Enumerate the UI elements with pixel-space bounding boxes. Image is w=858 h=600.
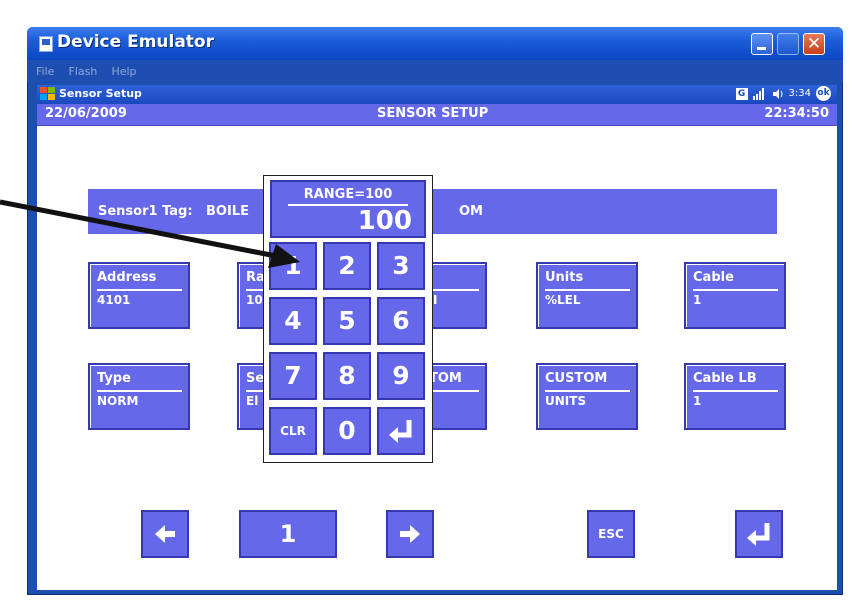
field-value: 10: [246, 293, 263, 307]
prev-page-button[interactable]: [141, 510, 189, 558]
menu-flash[interactable]: Flash: [69, 61, 98, 83]
field-divider: [545, 390, 630, 392]
ok-button[interactable]: ok: [816, 86, 831, 101]
key-0[interactable]: 0: [323, 407, 371, 455]
status-time: 22:34:50: [764, 106, 829, 121]
field-value: %LEL: [545, 293, 581, 307]
key-9[interactable]: 9: [377, 352, 425, 400]
field-label: CUSTOM: [545, 371, 608, 386]
units-field[interactable]: Units %LEL: [536, 262, 638, 329]
taskbar-tray: G 3:34 ok: [735, 86, 831, 101]
key-5[interactable]: 5: [323, 297, 371, 345]
next-page-button[interactable]: [386, 510, 434, 558]
field-label: Cable LB: [693, 371, 757, 386]
custom-units-field[interactable]: CUSTOM UNITS: [536, 363, 638, 430]
menu-help[interactable]: Help: [111, 61, 136, 83]
close-button[interactable]: ✕: [803, 33, 825, 55]
keypad-display: RANGE=100 100: [270, 180, 426, 238]
key-1[interactable]: 1: [269, 242, 317, 290]
address-field[interactable]: Address 4101: [88, 262, 190, 329]
device-screen: Sensor Setup G 3:34 ok 22/06/2009 SENSOR…: [37, 85, 837, 590]
maximize-button: [777, 33, 799, 55]
key-2[interactable]: 2: [323, 242, 371, 290]
field-divider: [97, 390, 182, 392]
tag-prefix: Sensor1 Tag:: [98, 204, 193, 219]
keypad-range-label: RANGE=100: [303, 187, 393, 202]
field-value: NORM: [97, 394, 139, 408]
field-label: Se: [246, 371, 265, 386]
field-label: Type: [97, 371, 131, 386]
esc-button[interactable]: ESC: [587, 510, 635, 558]
cable-field[interactable]: Cable 1: [684, 262, 786, 329]
enter-icon: [747, 523, 770, 546]
title-bar[interactable]: Device Emulator ✕: [27, 27, 843, 60]
arrow-left-icon: [155, 525, 175, 543]
window-title: Device Emulator: [57, 32, 214, 52]
menu-file[interactable]: File: [36, 61, 54, 83]
field-divider: [425, 289, 479, 291]
tag-value-right: OM: [459, 204, 483, 219]
field-label: Cable: [693, 270, 734, 285]
emulator-window: Device Emulator ✕ File Flash Help Sensor…: [27, 27, 843, 595]
field-divider: [97, 289, 182, 291]
enter-button[interactable]: [735, 510, 783, 558]
key-4[interactable]: 4: [269, 297, 317, 345]
g-icon: G: [735, 87, 748, 100]
cable-lb-field[interactable]: Cable LB 1: [684, 363, 786, 430]
enter-icon: [389, 420, 412, 443]
arrow-right-icon: [400, 525, 420, 543]
field-label: Address: [97, 270, 157, 285]
field-value: 1: [693, 293, 702, 307]
keypad-value: 100: [357, 206, 412, 236]
numeric-keypad: RANGE=100 100 1 2 3 4 5 6 7 8 9 CLR 0: [263, 175, 433, 463]
status-title: SENSOR SETUP: [377, 106, 489, 121]
wm-taskbar: Sensor Setup G 3:34 ok: [37, 85, 837, 104]
field-divider: [545, 289, 630, 291]
field-value: UNITS: [545, 394, 587, 408]
key-6[interactable]: 6: [377, 297, 425, 345]
field-divider: [425, 390, 479, 392]
minimize-button[interactable]: [751, 33, 773, 55]
field-label: Units: [545, 270, 584, 285]
field-value: 1: [693, 394, 702, 408]
taskbar-clock: 3:34: [788, 88, 811, 99]
key-3[interactable]: 3: [377, 242, 425, 290]
signal-icon: [752, 87, 764, 100]
status-bar: 22/06/2009 SENSOR SETUP 22:34:50: [37, 104, 837, 126]
start-icon[interactable]: [40, 87, 56, 101]
field-divider: [693, 289, 778, 291]
status-date: 22/06/2009: [45, 106, 127, 121]
key-8[interactable]: 8: [323, 352, 371, 400]
field-value: 4101: [97, 293, 131, 307]
speaker-icon: [772, 88, 783, 99]
menu-bar: File Flash Help: [27, 60, 843, 82]
field-label: TOM: [429, 371, 462, 386]
tag-value-left: BOILE: [206, 204, 249, 219]
taskbar-app-title: Sensor Setup: [59, 87, 142, 100]
page-number-button[interactable]: 1: [239, 510, 337, 558]
keypad-enter-key[interactable]: [377, 407, 425, 455]
field-label: Ra: [246, 270, 265, 285]
clear-key[interactable]: CLR: [269, 407, 317, 455]
type-field[interactable]: Type NORM: [88, 363, 190, 430]
field-value: I: [433, 293, 438, 307]
field-value: El: [246, 394, 259, 408]
device-emulator-icon: [39, 36, 53, 52]
field-divider: [693, 390, 778, 392]
key-7[interactable]: 7: [269, 352, 317, 400]
